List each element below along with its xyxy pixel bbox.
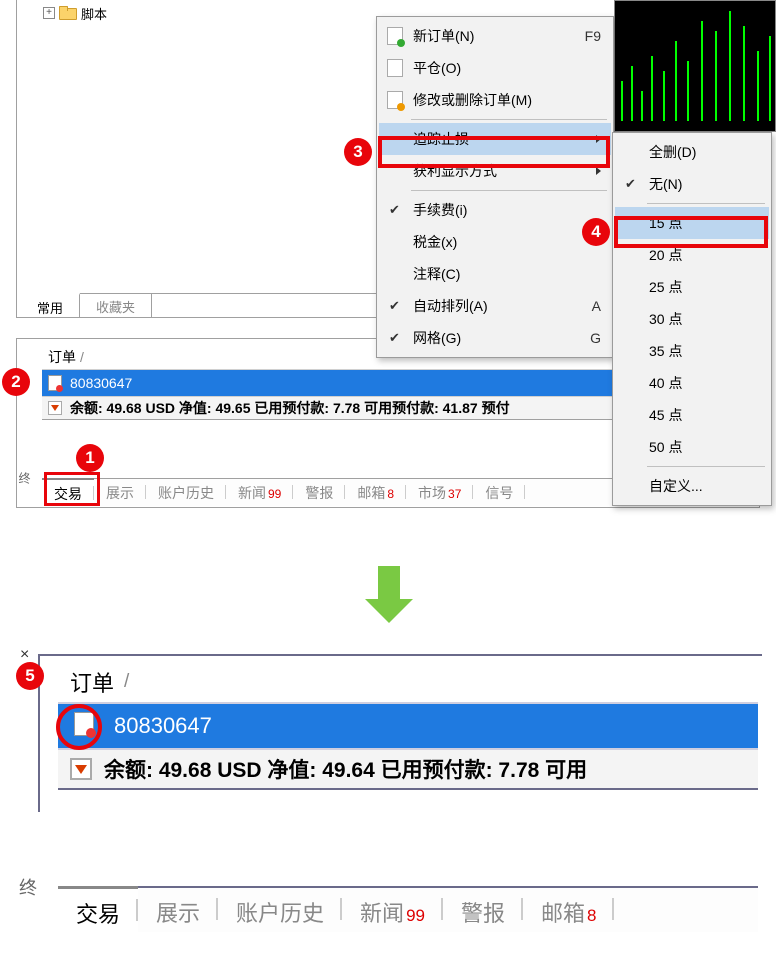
sub-20pt[interactable]: 20 点 [615, 239, 769, 271]
chart-area[interactable] [614, 0, 776, 132]
check-icon: ✔ [389, 298, 400, 314]
account-summary-zoom: 余额: 49.68 USD 净值: 49.64 已用预付款: 7.78 可用 [58, 748, 758, 790]
check-icon: ✔ [625, 176, 636, 192]
tab-history[interactable]: 账户历史 [218, 888, 342, 934]
sub-35pt[interactable]: 35 点 [615, 335, 769, 367]
tab-history[interactable]: 账户历史 [146, 479, 226, 507]
sub-custom[interactable]: 自定义... [615, 470, 769, 502]
folder-icon [59, 6, 77, 20]
column-order: 订单 [70, 666, 114, 698]
tab-alerts[interactable]: 警报 [293, 479, 345, 507]
sub-none[interactable]: ✔ 无(N) [615, 168, 769, 200]
ctx-new-order[interactable]: 新订单(N) F9 [379, 20, 611, 52]
nav-tab-favorites[interactable]: 收藏夹 [80, 294, 152, 318]
tree-expand-icon[interactable]: + [43, 7, 55, 19]
check-icon: ✔ [389, 202, 400, 218]
tab-trade[interactable]: 交易 [58, 886, 138, 932]
ctx-trailing-stop[interactable]: 追踪止损 [379, 123, 611, 155]
submenu-arrow-icon [596, 167, 601, 175]
down-arrow-icon [48, 401, 62, 415]
tab-mailbox[interactable]: 邮箱8 [345, 479, 406, 507]
modify-order-icon [387, 91, 403, 109]
ctx-tax[interactable]: 税金(x) [379, 226, 611, 258]
tab-exposure[interactable]: 展示 [94, 479, 146, 507]
check-icon: ✔ [389, 330, 400, 346]
sub-15pt[interactable]: 15 点 [615, 207, 769, 239]
ctx-comment[interactable]: 注释(C) [379, 258, 611, 290]
order-row-zoom[interactable]: 80830647 [58, 704, 758, 748]
sort-indicator-icon: / [124, 671, 129, 693]
callout-3: 3 [344, 138, 372, 166]
nav-tab-common[interactable]: 常用 [21, 293, 80, 317]
sub-30pt[interactable]: 30 点 [615, 303, 769, 335]
sort-indicator-icon: / [80, 349, 84, 365]
tab-exposure[interactable]: 展示 [138, 888, 218, 934]
ctx-auto-arrange[interactable]: ✔ 自动排列(A) A [379, 290, 611, 322]
ctx-modify-order[interactable]: 修改或删除订单(M) [379, 84, 611, 116]
new-order-icon [387, 27, 403, 45]
order-id: 80830647 [114, 713, 212, 739]
context-menu: 新订单(N) F9 平仓(O) 修改或删除订单(M) 追踪止损 获利显示方式 ✔… [376, 16, 614, 358]
close-order-icon [387, 59, 403, 77]
callout-1: 1 [76, 444, 104, 472]
terminal-tabs-zoom: 交易 展示 账户历史 新闻99 警报 邮箱8 [58, 886, 758, 932]
submenu-arrow-icon [596, 135, 601, 143]
sub-25pt[interactable]: 25 点 [615, 271, 769, 303]
trailing-stop-submenu: 全删(D) ✔ 无(N) 15 点 20 点 25 点 30 点 35 点 40… [612, 132, 772, 506]
callout-5: 5 [16, 662, 44, 690]
tab-news[interactable]: 新闻99 [342, 888, 443, 934]
terminal-vertical-label: 终 [14, 878, 40, 896]
callout-2: 2 [2, 368, 30, 396]
sub-delete-all[interactable]: 全删(D) [615, 136, 769, 168]
order-icon [48, 375, 62, 391]
summary-text: 余额: 49.68 USD 净值: 49.64 已用预付款: 7.78 可用 [104, 754, 587, 784]
tab-market[interactable]: 市场37 [406, 479, 473, 507]
sub-50pt[interactable]: 50 点 [615, 431, 769, 463]
tab-trade[interactable]: 交易 [42, 478, 94, 506]
terminal-vertical-label: 终 [16, 472, 33, 484]
tree-label: 脚本 [81, 4, 107, 23]
ctx-close-order[interactable]: 平仓(O) [379, 52, 611, 84]
down-arrow-icon [70, 758, 92, 780]
tab-signals[interactable]: 信号 [473, 479, 525, 507]
tab-news[interactable]: 新闻99 [226, 479, 293, 507]
grid-header-zoom[interactable]: 订单 / [58, 662, 758, 704]
column-order: 订单 [48, 347, 76, 367]
tab-alerts[interactable]: 警报 [443, 888, 523, 934]
summary-text: 余额: 49.68 USD 净值: 49.65 已用预付款: 7.78 可用预付… [70, 398, 510, 418]
ctx-commission[interactable]: ✔ 手续费(i) [379, 194, 611, 226]
ctx-grid[interactable]: ✔ 网格(G) G [379, 322, 611, 354]
callout-4: 4 [582, 218, 610, 246]
order-icon [74, 712, 94, 736]
order-id: 80830647 [70, 375, 132, 391]
tab-mailbox[interactable]: 邮箱8 [523, 888, 614, 934]
ctx-profit-display[interactable]: 获利显示方式 [379, 155, 611, 187]
sub-40pt[interactable]: 40 点 [615, 367, 769, 399]
sub-45pt[interactable]: 45 点 [615, 399, 769, 431]
